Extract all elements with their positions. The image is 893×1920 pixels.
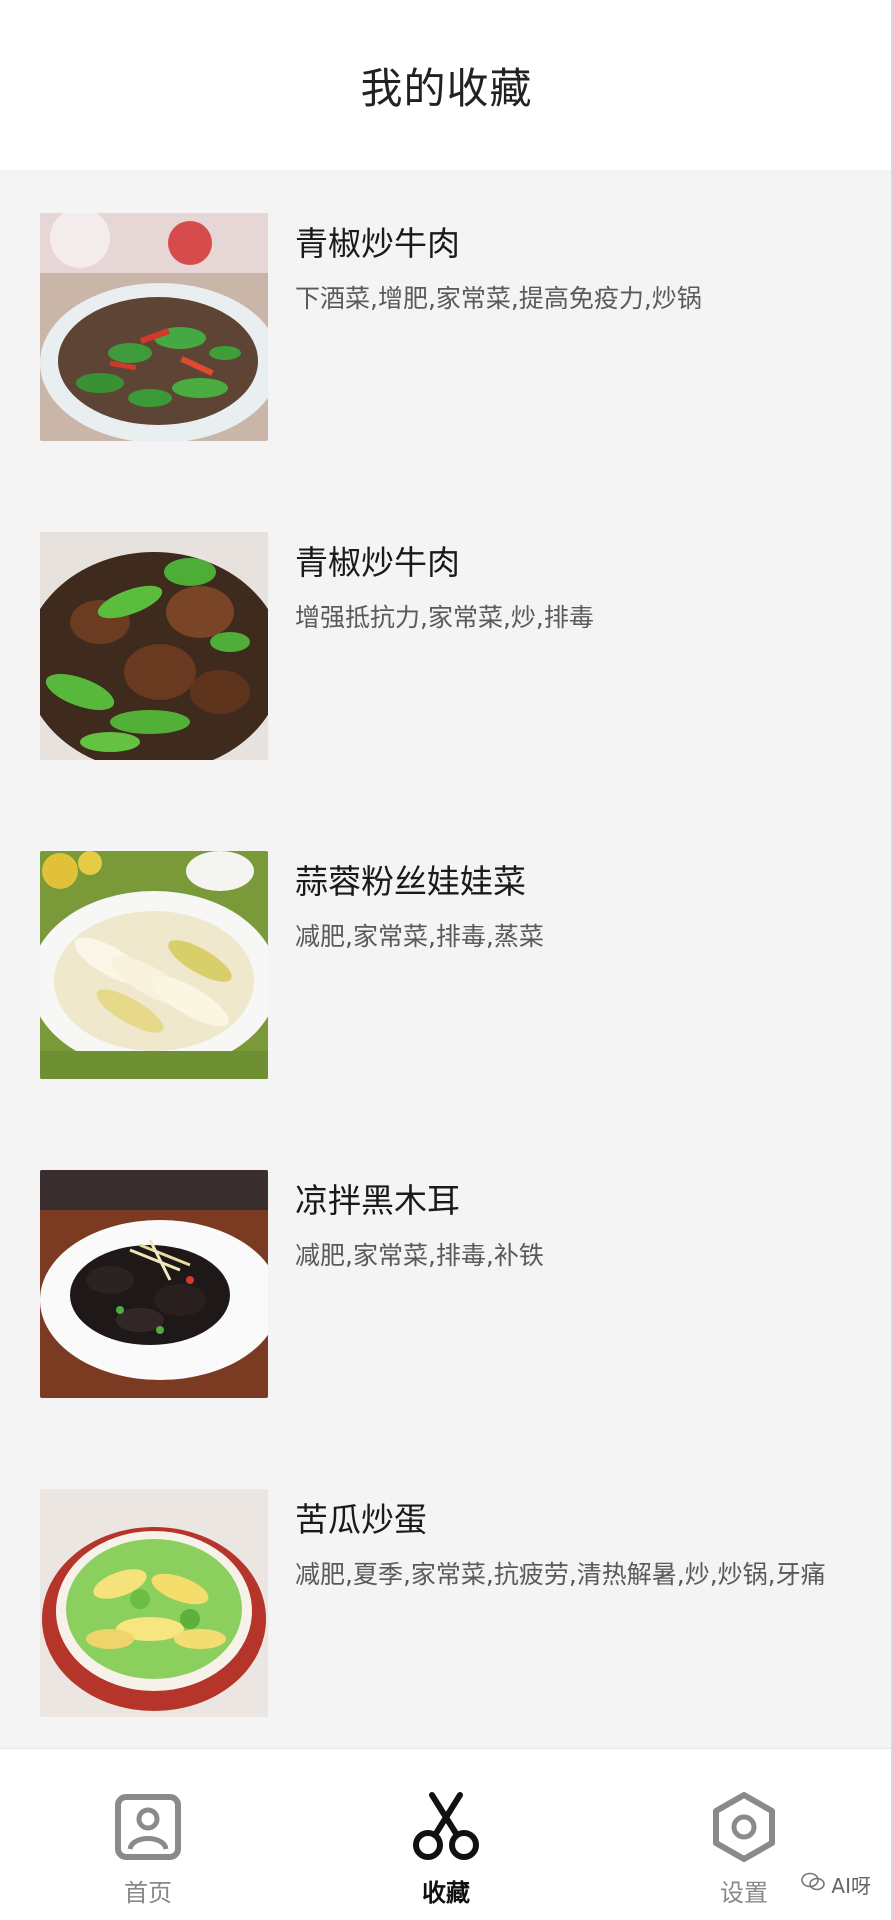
dish-tags: 减肥,家常菜,排毒,补铁 xyxy=(295,1241,544,1270)
app-header: 我的收藏 xyxy=(0,0,893,170)
dish-image xyxy=(40,1170,268,1398)
watermark-text: AI呀 xyxy=(831,1874,871,1898)
dish-title: 青椒炒牛肉 xyxy=(295,224,460,263)
dish-tags: 减肥,家常菜,排毒,蒸菜 xyxy=(295,922,544,951)
dish-image xyxy=(40,213,268,441)
page-title: 我的收藏 xyxy=(360,63,533,113)
dish-image xyxy=(40,532,268,760)
tab-home-label: 首页 xyxy=(124,1879,172,1907)
list-item[interactable]: 蒜蓉粉丝娃娃菜 减肥,家常菜,排毒,蒸菜 xyxy=(40,851,870,1079)
tab-favorites-label: 收藏 xyxy=(422,1879,470,1907)
dish-tags: 增强抵抗力,家常菜,炒,排毒 xyxy=(295,603,594,632)
favorites-page: 我的收藏 青椒炒牛肉 下酒菜,增肥,家常菜,提高免疫力,炒锅 青椒炒牛肉 增强抵… xyxy=(0,0,893,1920)
watermark: AI呀 xyxy=(801,1870,871,1899)
list-item[interactable]: 青椒炒牛肉 增强抵抗力,家常菜,炒,排毒 xyxy=(40,532,870,760)
favorites-list[interactable]: 青椒炒牛肉 下酒菜,增肥,家常菜,提高免疫力,炒锅 青椒炒牛肉 增强抵抗力,家常… xyxy=(0,170,893,1748)
dish-title: 青椒炒牛肉 xyxy=(295,543,460,582)
dish-tags: 减肥,夏季,家常菜,抗疲劳,清热解暑,炒,炒锅,牙痛 xyxy=(295,1560,826,1589)
list-item[interactable]: 凉拌黑木耳 减肥,家常菜,排毒,补铁 xyxy=(40,1170,870,1398)
scissors-icon xyxy=(408,1789,484,1865)
list-item[interactable]: 苦瓜炒蛋 减肥,夏季,家常菜,抗疲劳,清热解暑,炒,炒锅,牙痛 xyxy=(40,1489,870,1717)
tab-favorites[interactable]: 收藏 xyxy=(346,1749,546,1920)
dish-title: 苦瓜炒蛋 xyxy=(295,1500,427,1539)
dish-image xyxy=(40,851,268,1079)
dish-image xyxy=(40,1489,268,1717)
hex-nut-icon xyxy=(706,1789,782,1865)
tab-home[interactable]: 首页 xyxy=(48,1749,248,1920)
list-item[interactable]: 青椒炒牛肉 下酒菜,增肥,家常菜,提高免疫力,炒锅 xyxy=(40,213,870,441)
bottom-tab-bar: 首页 收藏 设置 xyxy=(0,1748,893,1920)
wechat-icon xyxy=(801,1872,826,1897)
home-person-icon xyxy=(110,1789,186,1865)
dish-tags: 下酒菜,增肥,家常菜,提高免疫力,炒锅 xyxy=(295,284,702,313)
dish-title: 蒜蓉粉丝娃娃菜 xyxy=(295,862,526,901)
dish-title: 凉拌黑木耳 xyxy=(295,1181,460,1220)
